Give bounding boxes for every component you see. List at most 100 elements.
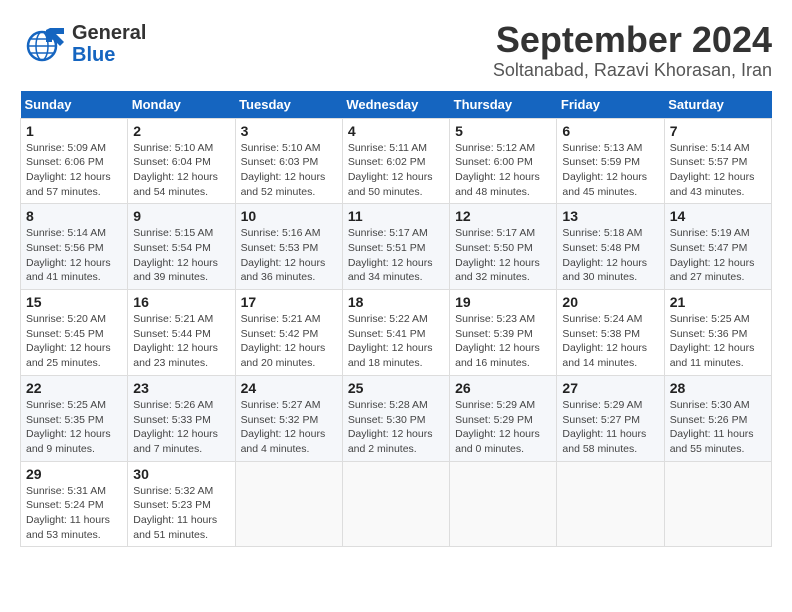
- calendar-day: 28 Sunrise: 5:30 AM Sunset: 5:26 PM Dayli…: [664, 375, 771, 461]
- calendar-day: 17 Sunrise: 5:21 AM Sunset: 5:42 PM Dayli…: [235, 290, 342, 376]
- calendar-week-3: 15 Sunrise: 5:20 AM Sunset: 5:45 PM Dayli…: [21, 290, 772, 376]
- calendar-day: 8 Sunrise: 5:14 AM Sunset: 5:56 PM Daylig…: [21, 204, 128, 290]
- header: General Blue September 2024 Soltanabad, …: [20, 20, 772, 81]
- day-number: 11: [348, 208, 444, 224]
- day-number: 20: [562, 294, 658, 310]
- day-details: Sunrise: 5:11 AM Sunset: 6:02 PM Dayligh…: [348, 141, 444, 200]
- calendar-day: 7 Sunrise: 5:14 AM Sunset: 5:57 PM Daylig…: [664, 118, 771, 204]
- day-number: 27: [562, 380, 658, 396]
- calendar-day: 9 Sunrise: 5:15 AM Sunset: 5:54 PM Daylig…: [128, 204, 235, 290]
- day-details: Sunrise: 5:14 AM Sunset: 5:56 PM Dayligh…: [26, 226, 122, 285]
- calendar-table: SundayMondayTuesdayWednesdayThursdayFrid…: [20, 91, 772, 548]
- calendar-day: 13 Sunrise: 5:18 AM Sunset: 5:48 PM Dayli…: [557, 204, 664, 290]
- day-details: Sunrise: 5:10 AM Sunset: 6:04 PM Dayligh…: [133, 141, 229, 200]
- day-details: Sunrise: 5:14 AM Sunset: 5:57 PM Dayligh…: [670, 141, 766, 200]
- day-number: 12: [455, 208, 551, 224]
- calendar-day: [664, 461, 771, 547]
- calendar-day: 1 Sunrise: 5:09 AM Sunset: 6:06 PM Daylig…: [21, 118, 128, 204]
- day-details: Sunrise: 5:21 AM Sunset: 5:42 PM Dayligh…: [241, 312, 337, 371]
- day-details: Sunrise: 5:29 AM Sunset: 5:27 PM Dayligh…: [562, 398, 658, 457]
- calendar-week-1: 1 Sunrise: 5:09 AM Sunset: 6:06 PM Daylig…: [21, 118, 772, 204]
- day-details: Sunrise: 5:24 AM Sunset: 5:38 PM Dayligh…: [562, 312, 658, 371]
- calendar-day: 27 Sunrise: 5:29 AM Sunset: 5:27 PM Dayli…: [557, 375, 664, 461]
- day-number: 18: [348, 294, 444, 310]
- day-header-monday: Monday: [128, 91, 235, 119]
- day-details: Sunrise: 5:25 AM Sunset: 5:36 PM Dayligh…: [670, 312, 766, 371]
- day-number: 16: [133, 294, 229, 310]
- calendar-day: 10Sunrise: 5:16 AM Sunset: 5:53 PM Dayli…: [235, 204, 342, 290]
- calendar-day: 29 Sunrise: 5:31 AM Sunset: 5:24 PM Dayli…: [21, 461, 128, 547]
- calendar-week-4: 22Sunrise: 5:25 AM Sunset: 5:35 PM Dayli…: [21, 375, 772, 461]
- day-number: 19: [455, 294, 551, 310]
- day-details: Sunrise: 5:21 AM Sunset: 5:44 PM Dayligh…: [133, 312, 229, 371]
- calendar-week-2: 8 Sunrise: 5:14 AM Sunset: 5:56 PM Daylig…: [21, 204, 772, 290]
- day-number: 10: [241, 208, 337, 224]
- calendar-day: 15 Sunrise: 5:20 AM Sunset: 5:45 PM Dayli…: [21, 290, 128, 376]
- calendar-day: 6Sunrise: 5:13 AM Sunset: 5:59 PM Daylig…: [557, 118, 664, 204]
- day-header-friday: Friday: [557, 91, 664, 119]
- day-number: 1: [26, 123, 122, 139]
- logo-icon: [20, 20, 68, 68]
- day-number: 9: [133, 208, 229, 224]
- day-header-saturday: Saturday: [664, 91, 771, 119]
- day-details: Sunrise: 5:26 AM Sunset: 5:33 PM Dayligh…: [133, 398, 229, 457]
- day-details: Sunrise: 5:13 AM Sunset: 5:59 PM Dayligh…: [562, 141, 658, 200]
- day-number: 29: [26, 466, 122, 482]
- calendar-day: [235, 461, 342, 547]
- day-details: Sunrise: 5:12 AM Sunset: 6:00 PM Dayligh…: [455, 141, 551, 200]
- day-number: 21: [670, 294, 766, 310]
- day-details: Sunrise: 5:20 AM Sunset: 5:45 PM Dayligh…: [26, 312, 122, 371]
- calendar-day: 11 Sunrise: 5:17 AM Sunset: 5:51 PM Dayli…: [342, 204, 449, 290]
- day-header-thursday: Thursday: [450, 91, 557, 119]
- calendar-day: [557, 461, 664, 547]
- calendar-day: 30Sunrise: 5:32 AM Sunset: 5:23 PM Dayli…: [128, 461, 235, 547]
- day-header-sunday: Sunday: [21, 91, 128, 119]
- day-number: 3: [241, 123, 337, 139]
- day-details: Sunrise: 5:32 AM Sunset: 5:23 PM Dayligh…: [133, 484, 229, 543]
- calendar-day: 5 Sunrise: 5:12 AM Sunset: 6:00 PM Daylig…: [450, 118, 557, 204]
- month-year-title: September 2024: [493, 20, 772, 60]
- day-details: Sunrise: 5:18 AM Sunset: 5:48 PM Dayligh…: [562, 226, 658, 285]
- day-number: 7: [670, 123, 766, 139]
- title-area: September 2024 Soltanabad, Razavi Khoras…: [493, 20, 772, 81]
- day-details: Sunrise: 5:23 AM Sunset: 5:39 PM Dayligh…: [455, 312, 551, 371]
- calendar-day: 26Sunrise: 5:29 AM Sunset: 5:29 PM Dayli…: [450, 375, 557, 461]
- day-number: 17: [241, 294, 337, 310]
- calendar-week-5: 29 Sunrise: 5:31 AM Sunset: 5:24 PM Dayli…: [21, 461, 772, 547]
- calendar-day: 12 Sunrise: 5:17 AM Sunset: 5:50 PM Dayli…: [450, 204, 557, 290]
- day-number: 28: [670, 380, 766, 396]
- calendar-day: 25Sunrise: 5:28 AM Sunset: 5:30 PM Dayli…: [342, 375, 449, 461]
- day-details: Sunrise: 5:17 AM Sunset: 5:50 PM Dayligh…: [455, 226, 551, 285]
- calendar-day: [450, 461, 557, 547]
- calendar-day: 19 Sunrise: 5:23 AM Sunset: 5:39 PM Dayli…: [450, 290, 557, 376]
- calendar-day: 4 Sunrise: 5:11 AM Sunset: 6:02 PM Daylig…: [342, 118, 449, 204]
- calendar-day: 23Sunrise: 5:26 AM Sunset: 5:33 PM Dayli…: [128, 375, 235, 461]
- day-number: 26: [455, 380, 551, 396]
- day-number: 14: [670, 208, 766, 224]
- day-details: Sunrise: 5:15 AM Sunset: 5:54 PM Dayligh…: [133, 226, 229, 285]
- day-details: Sunrise: 5:30 AM Sunset: 5:26 PM Dayligh…: [670, 398, 766, 457]
- day-details: Sunrise: 5:22 AM Sunset: 5:41 PM Dayligh…: [348, 312, 444, 371]
- day-number: 8: [26, 208, 122, 224]
- day-header-wednesday: Wednesday: [342, 91, 449, 119]
- calendar-day: 2Sunrise: 5:10 AM Sunset: 6:04 PM Daylig…: [128, 118, 235, 204]
- day-details: Sunrise: 5:27 AM Sunset: 5:32 PM Dayligh…: [241, 398, 337, 457]
- day-details: Sunrise: 5:19 AM Sunset: 5:47 PM Dayligh…: [670, 226, 766, 285]
- calendar-day: [342, 461, 449, 547]
- day-number: 4: [348, 123, 444, 139]
- day-header-tuesday: Tuesday: [235, 91, 342, 119]
- day-details: Sunrise: 5:31 AM Sunset: 5:24 PM Dayligh…: [26, 484, 122, 543]
- day-number: 25: [348, 380, 444, 396]
- day-details: Sunrise: 5:09 AM Sunset: 6:06 PM Dayligh…: [26, 141, 122, 200]
- location-subtitle: Soltanabad, Razavi Khorasan, Iran: [493, 60, 772, 81]
- calendar-day: 24Sunrise: 5:27 AM Sunset: 5:32 PM Dayli…: [235, 375, 342, 461]
- day-number: 5: [455, 123, 551, 139]
- day-number: 15: [26, 294, 122, 310]
- logo-text: General Blue: [72, 22, 146, 66]
- calendar-day: 21 Sunrise: 5:25 AM Sunset: 5:36 PM Dayli…: [664, 290, 771, 376]
- day-details: Sunrise: 5:17 AM Sunset: 5:51 PM Dayligh…: [348, 226, 444, 285]
- logo: General Blue: [20, 20, 146, 68]
- calendar-day: 22Sunrise: 5:25 AM Sunset: 5:35 PM Dayli…: [21, 375, 128, 461]
- day-number: 22: [26, 380, 122, 396]
- day-number: 13: [562, 208, 658, 224]
